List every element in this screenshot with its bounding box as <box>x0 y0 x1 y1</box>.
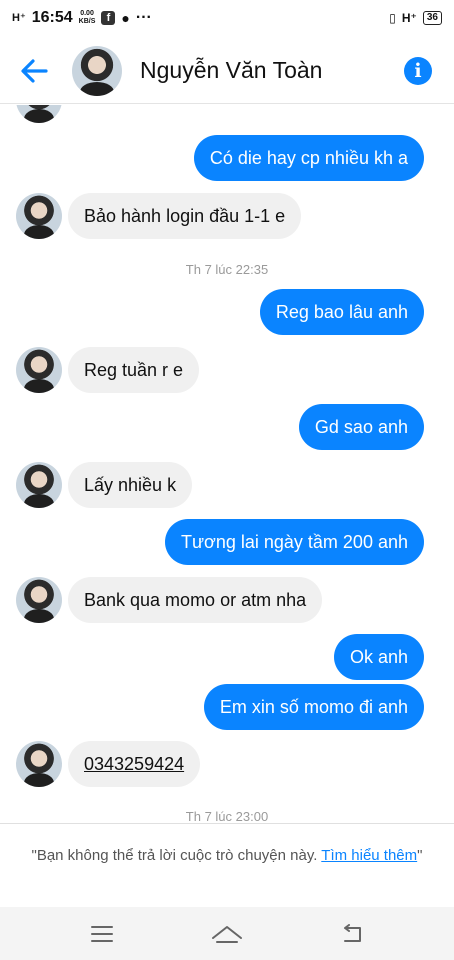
sender-avatar <box>16 577 62 623</box>
message-outgoing[interactable]: Tương lai ngày tầm 200 anh <box>165 519 424 565</box>
message-bubble[interactable]: Reg bao lâu anh <box>259 289 424 335</box>
message-incoming[interactable]: Bank qua momo or atm nha <box>16 577 323 623</box>
learn-more-link[interactable]: Tìm hiểu thêm <box>321 847 417 864</box>
message-outgoing[interactable]: Ok anh <box>333 634 424 680</box>
more-notifications: ··· <box>135 9 152 26</box>
network-type: H⁺ <box>401 11 417 25</box>
back-icon <box>343 923 361 942</box>
system-nav-bar <box>0 907 454 960</box>
arrow-left-icon <box>21 58 48 83</box>
message-outgoing[interactable]: Em xin số momo đi anh <box>203 684 424 730</box>
message-bubble[interactable]: Reg tuần r e <box>68 347 200 393</box>
message-bubble[interactable]: Gd sao anh <box>298 404 424 450</box>
conversation[interactable]: Có die hay cp nhiều kh a Bảo hành login … <box>0 105 454 823</box>
timestamp: Th 7 lúc 22:35 <box>185 262 269 277</box>
messenger-notification-icon: ● <box>121 10 130 26</box>
speed-value: 0.00 <box>80 10 94 17</box>
contact-avatar[interactable] <box>72 45 122 96</box>
signal-indicator: H⁺ <box>12 12 26 24</box>
sender-avatar <box>16 462 62 508</box>
sender-avatar <box>16 347 62 393</box>
menu-icon <box>91 925 114 942</box>
battery-level: 36 <box>422 11 442 25</box>
status-time: 16:54 <box>31 9 73 26</box>
status-bar: H⁺ 16:54 0.00 KB/S f ● ··· ▯ H⁺ 36 <box>0 0 454 36</box>
sender-avatar <box>16 741 62 787</box>
back-button[interactable] <box>6 43 62 99</box>
message-incoming[interactable]: Lấy nhiều k <box>16 462 193 508</box>
return-button[interactable] <box>332 914 372 954</box>
silent-icon: ▯ <box>389 11 396 25</box>
message-bubble[interactable]: Ok anh <box>333 634 424 680</box>
message-outgoing[interactable]: Reg bao lâu anh <box>259 289 424 335</box>
message-bubble[interactable]: Em xin số momo đi anh <box>203 684 424 730</box>
message-bubble[interactable]: Tương lai ngày tầm 200 anh <box>165 519 424 565</box>
message-bubble[interactable]: Có die hay cp nhiều kh a <box>193 135 424 181</box>
speed-unit: KB/S <box>78 18 96 25</box>
message-bubble[interactable]: Bank qua momo or atm nha <box>68 577 323 623</box>
phone-number-link[interactable]: 0343259424 <box>68 741 201 787</box>
message-incoming[interactable]: Reg tuần r e <box>16 347 200 393</box>
menu-button[interactable] <box>82 914 122 954</box>
message-outgoing[interactable]: Có die hay cp nhiều kh a <box>193 135 424 181</box>
contact-name[interactable]: Nguyễn Văn Toàn <box>140 57 322 84</box>
notice-end: " <box>417 847 423 864</box>
home-icon <box>211 925 242 943</box>
info-icon: i <box>414 59 422 82</box>
message-incoming[interactable]: 0343259424 <box>16 741 201 787</box>
timestamp: Th 7 lúc 23:00 <box>185 809 269 823</box>
message-bubble[interactable]: Lấy nhiều k <box>68 462 193 508</box>
facebook-notification-icon: f <box>101 11 116 25</box>
notice-text: "Bạn không thể trả lời cuộc trò chuyện n… <box>31 847 322 864</box>
home-button[interactable] <box>207 914 247 954</box>
network-speed: 0.00 KB/S <box>79 10 96 26</box>
chat-header: Nguyễn Văn Toàn i <box>0 38 454 104</box>
message-partial <box>16 105 68 123</box>
message-incoming[interactable]: Bảo hành login đầu 1-1 e <box>16 193 302 239</box>
message-bubble[interactable]: Bảo hành login đầu 1-1 e <box>68 193 302 239</box>
sender-avatar <box>16 105 62 123</box>
message-outgoing[interactable]: Gd sao anh <box>298 404 424 450</box>
sender-avatar <box>16 193 62 239</box>
info-button[interactable]: i <box>404 56 432 85</box>
cannot-reply-notice: "Bạn không thể trả lời cuộc trò chuyện n… <box>0 823 454 907</box>
